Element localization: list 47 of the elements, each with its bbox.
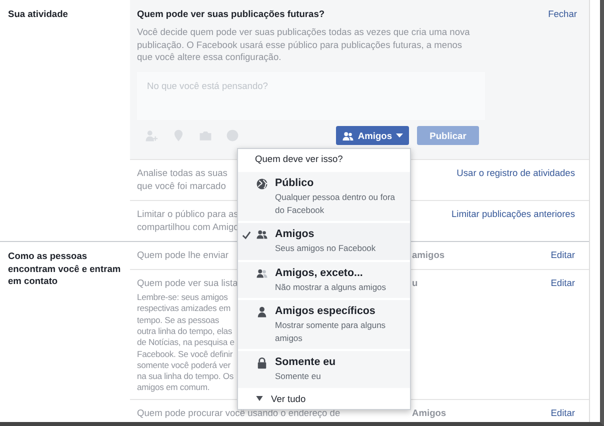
caret-icon <box>396 133 403 138</box>
setting-note: tempo. Se as pessoas <box>137 314 220 326</box>
section-label: Como as pessoas encontram você e entram em contato <box>7 250 122 288</box>
see-all-option[interactable]: Ver tudo <box>238 388 410 408</box>
setting-note: Facebook. Se você definir <box>137 348 234 360</box>
setting-note: na sua linha do tempo. Os <box>137 371 235 382</box>
close-link[interactable]: Fechar <box>548 9 577 19</box>
panel-description: Você decide quem pode ver suas publicações todas as vezes que cria uma nova publicação. O Facebook usará esse público para publicações futuras, a menos que você altere essa configuração. <box>137 26 471 64</box>
post-composer-field[interactable]: No que você está pensando? <box>137 72 485 120</box>
audience-button[interactable]: Amigos <box>336 126 409 146</box>
setting-note: outra linha do tempo, elas <box>137 326 233 338</box>
audience-option[interactable]: Somente eu Somente eu <box>238 349 410 388</box>
edit-link[interactable]: Editar <box>550 278 575 288</box>
setting-link[interactable]: Limitar publicações anteriores <box>451 208 575 234</box>
setting-note: respectivas amizades em <box>137 303 232 315</box>
setting-note: somente você poderá ver <box>137 360 232 372</box>
audience-option[interactable]: Amigos específicos Mostrar somente para alguns amigos <box>238 298 410 349</box>
friends-except-icon <box>256 268 268 280</box>
caret-icon <box>256 396 263 401</box>
tag-person-icon[interactable] <box>145 129 158 142</box>
camera-icon[interactable] <box>199 129 212 142</box>
audience-option[interactable]: Amigos Seus amigos no Facebook <box>238 221 410 260</box>
section-label: Sua atividade <box>7 8 69 21</box>
setting-link[interactable]: Usar o registro de atividades <box>456 167 575 194</box>
lock-icon <box>256 357 268 369</box>
panel-title: Quem pode ver suas publicações futuras? <box>137 9 325 19</box>
friends-icon <box>342 130 354 142</box>
setting-value: Amigos <box>412 408 446 418</box>
person-icon <box>256 306 268 318</box>
setting-value: amigos <box>412 250 445 260</box>
setting-note: amigos em comum. <box>137 382 211 394</box>
edit-link[interactable]: Editar <box>550 250 575 260</box>
setting-text: Quem pode lhe enviar <box>137 249 228 262</box>
friends-icon <box>256 229 268 241</box>
location-pin-icon[interactable] <box>172 129 185 142</box>
audience-option[interactable]: Público Qualquer pessoa dentro ou fora do Facebook <box>238 170 410 221</box>
edit-link[interactable]: Editar <box>550 408 575 418</box>
setting-value: u <box>412 278 418 288</box>
menu-header: Quem deve ver isso? <box>254 153 344 166</box>
setting-text: Quem pode ver sua lista <box>137 277 238 290</box>
check-icon <box>242 231 251 240</box>
setting-note: de Notícias, na pesquisa e <box>137 337 236 349</box>
setting-note: Lembre-se: seus amigos <box>137 292 229 304</box>
setting-text: Analise todas as suas <box>137 167 228 180</box>
setting-text: Quem pode procurar você usando o endereço de <box>137 406 340 420</box>
setting-text: que você foi marcado <box>137 180 227 194</box>
audience-option[interactable]: Amigos, exceto... Não mostrar a alguns amigos <box>238 260 410 298</box>
